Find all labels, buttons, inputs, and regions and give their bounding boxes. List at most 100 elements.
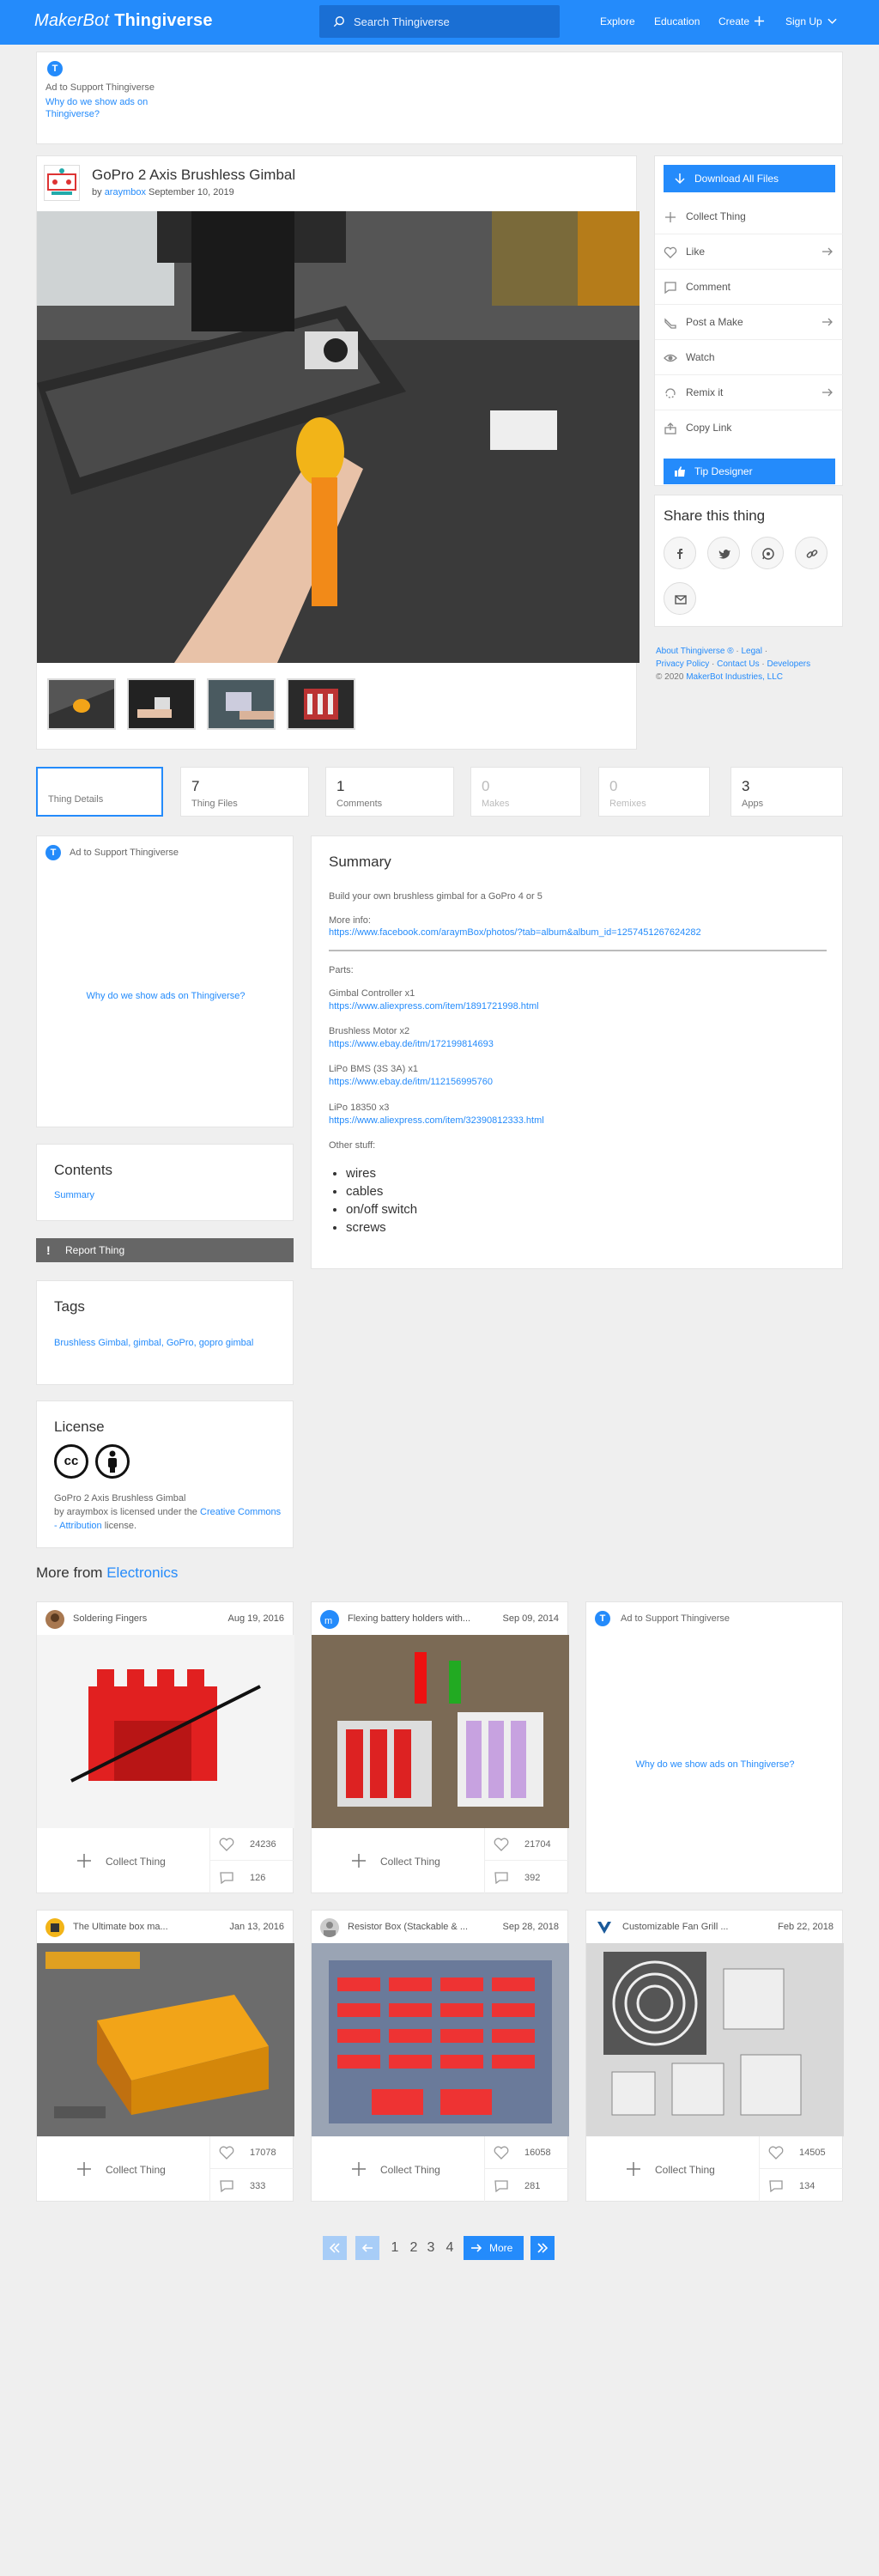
- creator-avatar[interactable]: [595, 1918, 614, 1937]
- thing-image[interactable]: [37, 1943, 294, 2136]
- main-thing-photo[interactable]: [37, 211, 640, 663]
- chevron-down-icon[interactable]: [827, 18, 837, 25]
- comments-button[interactable]: 392: [485, 1862, 569, 1894]
- creator-avatar[interactable]: m: [320, 1610, 339, 1629]
- like-button[interactable]: 14505: [760, 2136, 844, 2169]
- last-page-button[interactable]: [530, 2236, 555, 2260]
- thumbnail-3[interactable]: [207, 678, 276, 730]
- creator-avatar[interactable]: [45, 1918, 64, 1937]
- why-ads-link[interactable]: Why do we show ads on Thingiverse?: [37, 991, 294, 1001]
- legal-link[interactable]: Legal: [741, 647, 761, 656]
- share-link-button[interactable]: [795, 537, 827, 569]
- part-1-link[interactable]: https://www.aliexpress.com/item/18917219…: [329, 1001, 539, 1012]
- thumbnail-4[interactable]: [287, 678, 355, 730]
- tab-makes[interactable]: 0 Makes: [470, 767, 581, 817]
- thing-title[interactable]: Customizable Fan Grill ...: [622, 1922, 768, 1932]
- page-4[interactable]: 4: [443, 2236, 457, 2260]
- download-all-files-button[interactable]: Download All Files: [664, 165, 835, 192]
- like-action[interactable]: Like: [655, 234, 844, 270]
- part-3-link[interactable]: https://www.ebay.de/itm/112156995760: [329, 1077, 493, 1087]
- comment-action[interactable]: Comment: [655, 270, 844, 305]
- nav-sign-up[interactable]: Sign Up: [785, 15, 822, 27]
- thing-image[interactable]: [586, 1943, 844, 2136]
- creator-avatar[interactable]: [320, 1918, 339, 1937]
- author-avatar[interactable]: [44, 165, 80, 201]
- thing-card-5[interactable]: Customizable Fan Grill ... Feb 22, 2018 …: [585, 1910, 844, 2202]
- collect-thing-button[interactable]: Collect Thing: [37, 2136, 210, 2202]
- comment-icon: [664, 282, 676, 295]
- thing-title[interactable]: Flexing battery holders with...: [348, 1613, 494, 1624]
- privacy-link[interactable]: Privacy Policy: [656, 659, 709, 669]
- category-link[interactable]: Electronics: [106, 1564, 178, 1581]
- thing-title[interactable]: Soldering Fingers: [73, 1613, 219, 1624]
- page-1[interactable]: 1: [388, 2236, 402, 2260]
- thing-image[interactable]: [312, 1635, 569, 1828]
- collect-thing-button[interactable]: Collect Thing: [312, 2136, 485, 2202]
- about-link[interactable]: About Thingiverse ®: [656, 647, 734, 656]
- why-ads-link[interactable]: Why do we show ads on Thingiverse?: [45, 96, 166, 120]
- post-a-make-action[interactable]: Post a Make: [655, 305, 844, 340]
- more-pages-button[interactable]: More: [464, 2236, 524, 2260]
- thing-card-2[interactable]: m Flexing battery holders with... Sep 09…: [311, 1601, 569, 1894]
- tab-thing-files[interactable]: 7 Thing Files: [180, 767, 309, 817]
- collect-thing-action[interactable]: Collect Thing: [655, 199, 844, 234]
- contact-link[interactable]: Contact Us: [717, 659, 759, 669]
- comment-icon: [220, 1872, 233, 1885]
- comments-button[interactable]: 134: [760, 2170, 844, 2202]
- previous-page-button[interactable]: [355, 2236, 379, 2260]
- thingiverse-logo[interactable]: MakerBot Thingiverse: [34, 11, 213, 31]
- first-page-button[interactable]: [323, 2236, 347, 2260]
- collect-thing-button[interactable]: Collect Thing: [312, 1828, 485, 1894]
- why-ads-link[interactable]: Why do we show ads on Thingiverse?: [586, 1759, 844, 1770]
- thing-title[interactable]: Resistor Box (Stackable & ...: [348, 1922, 494, 1932]
- nav-create[interactable]: Create: [718, 15, 749, 27]
- thing-card-4[interactable]: Resistor Box (Stackable & ... Sep 28, 20…: [311, 1910, 569, 2202]
- share-email-button[interactable]: [664, 582, 696, 615]
- part-1: Gimbal Controller x1: [329, 988, 415, 999]
- company-link[interactable]: MakerBot Industries, LLC: [686, 672, 783, 682]
- tab-thing-details[interactable]: Thing Details: [36, 767, 163, 817]
- tab-comments[interactable]: 1 Comments: [325, 767, 454, 817]
- comments-button[interactable]: 281: [485, 2170, 569, 2202]
- thumbnail-1[interactable]: [47, 678, 116, 730]
- share-facebook-button[interactable]: [664, 537, 696, 569]
- remix-action[interactable]: Remix it: [655, 375, 844, 410]
- thumbnail-2[interactable]: [127, 678, 196, 730]
- like-button[interactable]: 16058: [485, 2136, 569, 2169]
- watch-action[interactable]: Watch: [655, 340, 844, 375]
- part-2-link[interactable]: https://www.ebay.de/itm/172199814693: [329, 1039, 494, 1049]
- page-3[interactable]: 3: [424, 2236, 438, 2260]
- collect-thing-button[interactable]: Collect Thing: [586, 2136, 760, 2202]
- thing-card-1[interactable]: Soldering Fingers Aug 19, 2016 Collect T…: [36, 1601, 294, 1894]
- comments-button[interactable]: 333: [210, 2170, 294, 2202]
- page-2[interactable]: 2: [407, 2236, 421, 2260]
- plus-icon[interactable]: [754, 15, 765, 27]
- tip-designer-button[interactable]: Tip Designer: [664, 459, 835, 484]
- report-thing-button[interactable]: ! Report Thing: [36, 1238, 294, 1262]
- collect-thing-button[interactable]: Collect Thing: [37, 1828, 210, 1894]
- nav-explore[interactable]: Explore: [600, 15, 635, 27]
- thing-image[interactable]: [312, 1943, 569, 2136]
- contents-summary-link[interactable]: Summary: [54, 1190, 94, 1200]
- part-4-link[interactable]: https://www.aliexpress.com/item/32390812…: [329, 1115, 544, 1126]
- search-input[interactable]: Search Thingiverse: [319, 5, 560, 38]
- like-button[interactable]: 24236: [210, 1828, 294, 1861]
- like-button[interactable]: 21704: [485, 1828, 569, 1861]
- thing-title[interactable]: The Ultimate box ma...: [73, 1922, 219, 1932]
- share-whatsapp-button[interactable]: [751, 537, 784, 569]
- thing-card-3[interactable]: The Ultimate box ma... Jan 13, 2016 Coll…: [36, 1910, 294, 2202]
- tab-apps[interactable]: 3 Apps: [730, 767, 843, 817]
- tags-list[interactable]: Brushless Gimbal, gimbal, GoPro, gopro g…: [54, 1334, 269, 1352]
- comments-button[interactable]: 126: [210, 1862, 294, 1894]
- copy-link-action[interactable]: Copy Link: [655, 410, 844, 446]
- facebook-album-link[interactable]: https://www.facebook.com/araymBox/photos…: [329, 927, 701, 938]
- share-twitter-button[interactable]: [707, 537, 740, 569]
- like-button[interactable]: 17078: [210, 2136, 294, 2169]
- developers-link[interactable]: Developers: [767, 659, 811, 669]
- thing-image[interactable]: [37, 1635, 294, 1828]
- tab-remixes[interactable]: 0 Remixes: [598, 767, 710, 817]
- creator-avatar[interactable]: [45, 1610, 64, 1629]
- watch-label: Watch: [686, 351, 715, 363]
- nav-education[interactable]: Education: [654, 15, 700, 27]
- author-link[interactable]: araymbox: [105, 187, 146, 197]
